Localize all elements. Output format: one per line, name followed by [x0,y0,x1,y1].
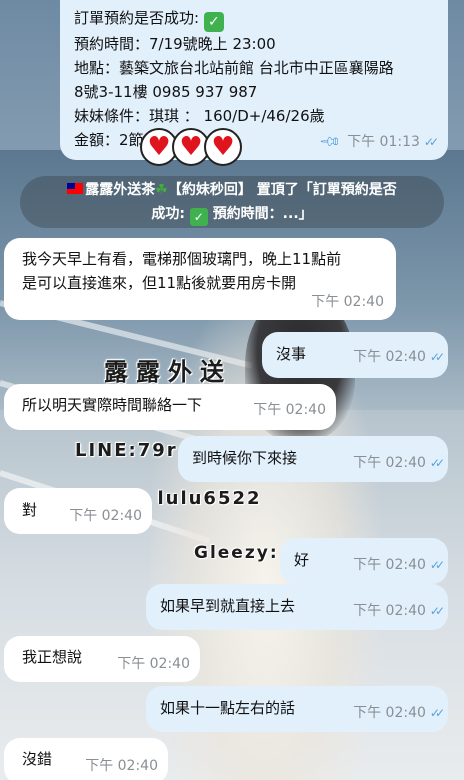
message-text: 我正想說 [22,648,83,666]
message-time: 下午 02:40 [353,557,426,573]
message-time: 下午 02:40 [69,508,142,524]
incoming-message[interactable]: 我正想說 下午 02:40 [4,636,200,682]
read-ticks-icon: ✓✓ [429,558,445,572]
outgoing-message[interactable]: 沒事 下午 02:40 ✓✓ [262,332,448,378]
read-ticks-icon: ✓✓ [429,706,445,720]
message-text: 沒錯 [22,750,53,768]
order-message-meta: 📌︎ 下午 01:13 ✓✓ [318,130,439,154]
message-meta: 下午 02:40 ✓✓ [353,450,445,475]
message-text: 如果十一點左右的話 [160,699,296,717]
message-time: 下午 01:13 [347,134,420,150]
message-meta: 下午 02:40 ✓✓ [353,700,445,725]
message-time: 下午 02:40 [117,656,190,672]
check-mark-icon: ✓ [189,208,208,226]
order-line-location: 地點：藝築文旅台北站前館 台北市中正區襄陽路 [74,59,394,77]
message-time: 下午 02:40 [353,603,426,619]
message-meta: 下午 02:40 ✓✓ [353,598,445,623]
pinned-notice-tag: 【約妹秒回】 [167,182,252,198]
incoming-message[interactable]: 沒錯 下午 02:40 [4,738,168,780]
message-time: 下午 02:40 [353,349,426,365]
watermark-line-id: LINE:79r [75,440,178,461]
four-leaf-clover-icon: ☘ [155,182,168,198]
pinned-notice-text: 成功: [151,206,185,222]
read-ticks-icon: ✓✓ [429,350,445,364]
message-text: 所以明天實際時間聯絡一下 [22,396,203,414]
message-time: 下午 02:40 [353,455,426,471]
read-ticks-icon: ✓✓ [429,604,445,618]
pinned-notice-action: 置頂了「訂單預約是否 [256,182,397,198]
taiwan-flag-icon [67,183,84,194]
heart-icon: ♥ [204,128,242,166]
pinned-notice-line2: 成功: ✓ 預約時間：...」 [20,202,444,226]
pinned-notice[interactable]: 露露外送茶☘【約妹秒回】 置頂了「訂單預約是否 成功: ✓ 預約時間：...」 [20,176,444,228]
watermark-title: 露露外送 [104,358,232,386]
message-text: 沒事 [276,345,307,363]
message-time: 下午 02:40 [253,402,326,418]
message-text: 如果早到就直接上去 [160,597,296,615]
message-text: 好 [294,551,310,569]
order-message-bubble[interactable]: 訂單預約是否成功: ✓ 預約時間：7/19號晚上 23:00 地點：藝築文旅台北… [60,0,448,160]
outgoing-message[interactable]: 到時候你下來接 下午 02:40 ✓✓ [178,436,448,482]
incoming-message[interactable]: 所以明天實際時間聯絡一下 下午 02:40 [4,384,336,430]
order-line-address: 8號3-11樓 0985 937 987 [74,83,258,101]
message-text: 對 [22,501,38,519]
incoming-message[interactable]: 我今天早上有看，電梯那個玻璃門，晚上11點前 是可以直接進來，但11點後就要用房… [4,238,396,320]
check-mark-icon: ✓ [203,12,224,32]
message-text: 我今天早上有看，電梯那個玻璃門，晚上11點前 [22,250,342,268]
message-time: 下午 02:40 [353,705,426,721]
heart-stickers: ♥ ♥ ♥ [140,128,242,166]
pinned-notice-sender: 露露外送茶 [85,182,156,198]
outgoing-message[interactable]: 如果早到就直接上去 下午 02:40 ✓✓ [146,584,448,630]
pinned-notice-line1: 露露外送茶☘【約妹秒回】 置頂了「訂單預約是否 [20,178,444,202]
read-ticks-icon: ✓✓ [429,456,445,470]
pinned-notice-preview: 預約時間：...」 [212,206,313,222]
message-meta: 下午 02:40 ✓✓ [353,344,445,369]
outgoing-message[interactable]: 好 下午 02:40 ✓✓ [280,538,448,584]
order-line-time: 預約時間：7/19號晚上 23:00 [74,35,276,53]
incoming-message[interactable]: 對 下午 02:40 [4,488,152,534]
outgoing-message[interactable]: 如果十一點左右的話 下午 02:40 ✓✓ [146,686,448,732]
watermark-lulu-id: : lulu6522 [140,488,262,509]
read-ticks-icon: ✓✓ [423,135,439,149]
message-time: 下午 02:40 [85,758,158,774]
message-time: 下午 02:40 [311,294,384,310]
message-meta: 下午 02:40 ✓✓ [353,552,445,577]
order-line-conditions: 妹妹條件：琪琪 ： 160/D+/46/26歲 [74,107,325,125]
message-text: 到時候你下來接 [192,449,298,467]
watermark-gleezy-id: Gleezy: [194,543,279,563]
order-line-status: 訂單預約是否成功: ✓ [74,6,434,32]
